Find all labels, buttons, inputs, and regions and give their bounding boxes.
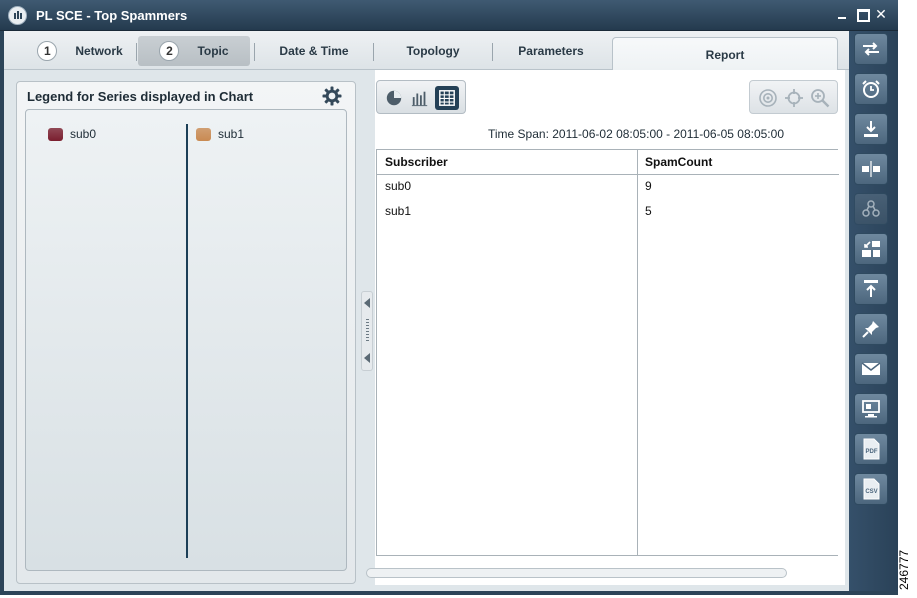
tab-separator bbox=[136, 43, 137, 61]
swap-button[interactable] bbox=[854, 33, 888, 65]
legend-item-label: sub1 bbox=[218, 127, 245, 141]
resize-icon bbox=[862, 241, 880, 257]
monitor-icon bbox=[862, 400, 880, 418]
split-button[interactable] bbox=[854, 153, 888, 185]
column-header-subscriber[interactable]: Subscriber bbox=[377, 150, 637, 175]
tab-label: Topology bbox=[406, 44, 460, 58]
collapse-left-icon[interactable] bbox=[364, 353, 370, 363]
pdf-icon: PDF bbox=[863, 438, 880, 460]
title-bar[interactable]: PL SCE - Top Spammers ✕ bbox=[0, 0, 898, 31]
tab-label: Parameters bbox=[518, 44, 584, 58]
tab-parameters[interactable]: Parameters bbox=[493, 36, 609, 66]
pie-chart-icon[interactable] bbox=[382, 86, 406, 110]
horizontal-scrollbar[interactable] bbox=[366, 568, 787, 578]
resize-button[interactable] bbox=[854, 233, 888, 265]
legend-item-sub1[interactable]: sub1 bbox=[196, 127, 244, 141]
tab-label: Report bbox=[705, 47, 745, 62]
panel-splitter[interactable] bbox=[361, 291, 373, 371]
grip-icon bbox=[366, 319, 369, 343]
view-toggle bbox=[376, 80, 466, 114]
step-number-2: 2 bbox=[159, 41, 180, 61]
tab-date-time[interactable]: Date & Time bbox=[255, 36, 373, 66]
legend-swatch bbox=[48, 127, 63, 141]
close-button[interactable]: ✕ bbox=[874, 6, 888, 22]
table-cell: sub1 bbox=[385, 204, 412, 218]
mail-button[interactable] bbox=[854, 353, 888, 385]
table-cell: 9 bbox=[645, 179, 652, 193]
app-window: PL SCE - Top Spammers ✕ 1 Network 2 Topi… bbox=[0, 0, 917, 598]
minimize-button[interactable] bbox=[835, 6, 849, 22]
alarm-clock-icon bbox=[862, 80, 880, 98]
legend-divider bbox=[186, 124, 188, 558]
download-button[interactable] bbox=[854, 113, 888, 145]
tab-topic[interactable]: 2 Topic bbox=[138, 36, 250, 66]
wizard-tab-bar: 1 Network 2 Topic Date & Time Topology P… bbox=[4, 31, 849, 71]
legend-item-label: sub0 bbox=[70, 127, 97, 141]
step-number-1: 1 bbox=[37, 41, 58, 61]
swap-icon bbox=[863, 42, 879, 56]
legend-title: Legend for Series displayed in Chart bbox=[27, 89, 254, 104]
hierarchy-icon bbox=[862, 200, 880, 217]
tab-label: Date & Time bbox=[279, 44, 349, 58]
figure-id-watermark: 246777 bbox=[897, 549, 911, 591]
pin-button[interactable] bbox=[854, 313, 888, 345]
table-cell: sub0 bbox=[385, 179, 412, 193]
bar-chart-icon[interactable] bbox=[408, 86, 432, 110]
tab-label: Topic bbox=[197, 44, 229, 58]
window-frame-bottom bbox=[0, 591, 898, 595]
app-logo-icon bbox=[8, 6, 27, 25]
table-icon[interactable] bbox=[435, 86, 459, 110]
legend-list: sub0 sub1 bbox=[25, 109, 347, 571]
upload-button[interactable] bbox=[854, 273, 888, 305]
column-header-spamcount[interactable]: SpamCount bbox=[637, 150, 839, 175]
tab-report[interactable]: Report bbox=[612, 37, 838, 71]
csv-icon: CSV bbox=[863, 478, 880, 500]
mail-icon bbox=[861, 362, 881, 375]
legend-item-sub0[interactable]: sub0 bbox=[48, 127, 96, 141]
hierarchy-button[interactable] bbox=[854, 193, 888, 225]
window-title: PL SCE - Top Spammers bbox=[36, 8, 188, 23]
svg-text:CSV: CSV bbox=[865, 489, 877, 495]
download-icon bbox=[864, 121, 878, 137]
table-cell: 5 bbox=[645, 204, 652, 218]
time-span: Time Span: 2011-06-02 08:05:00 - 2011-06… bbox=[488, 127, 784, 141]
tab-label: Network bbox=[75, 44, 123, 58]
zoom-in-icon[interactable] bbox=[810, 88, 830, 108]
maximize-button[interactable] bbox=[855, 6, 870, 22]
crosshair-icon[interactable] bbox=[784, 88, 804, 108]
tab-network[interactable]: 1 Network bbox=[24, 36, 136, 66]
monitor-button[interactable] bbox=[854, 393, 888, 425]
alarm-button[interactable] bbox=[854, 73, 888, 105]
upload-icon bbox=[864, 280, 878, 297]
export-csv-button[interactable]: CSV bbox=[854, 473, 888, 505]
window-frame-left bbox=[0, 31, 4, 593]
report-table: Subscriber SpamCount sub0 9 sub1 5 bbox=[376, 149, 839, 556]
export-pdf-button[interactable]: PDF bbox=[854, 433, 888, 465]
split-icon bbox=[862, 161, 880, 177]
right-toolbar: PDF CSV bbox=[849, 31, 898, 595]
legend-swatch bbox=[196, 127, 211, 141]
legend-panel: Legend for Series displayed in Chart sub… bbox=[16, 81, 356, 584]
svg-text:PDF: PDF bbox=[866, 449, 878, 455]
zoom-tools bbox=[749, 80, 838, 114]
collapse-left-icon[interactable] bbox=[364, 298, 370, 308]
gear-icon[interactable] bbox=[322, 86, 342, 106]
target-icon[interactable] bbox=[758, 88, 778, 108]
tab-topology[interactable]: Topology bbox=[374, 36, 492, 66]
pin-icon bbox=[862, 321, 879, 338]
